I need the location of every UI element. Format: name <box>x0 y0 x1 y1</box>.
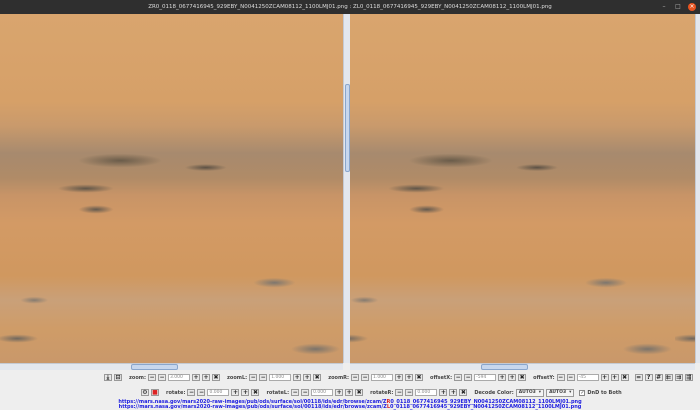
chevron-down-icon: ▾ <box>569 389 572 395</box>
rotateL-inc-big[interactable]: + <box>345 389 354 396</box>
close-button[interactable]: × <box>688 3 696 11</box>
zoomR-dec-big[interactable]: − <box>351 374 360 381</box>
left-image-link[interactable]: https://mars.nasa.gov/mars2020-raw-image… <box>0 404 700 410</box>
decode-color-label: Decode Color: <box>474 389 514 396</box>
offsetY-dec[interactable]: − <box>566 374 575 381</box>
dnd-both-checkbox[interactable]: ✓ <box>579 389 586 396</box>
right-eye-image[interactable] <box>0 14 343 363</box>
offsetY-reset[interactable]: ✖ <box>620 374 629 381</box>
download-button[interactable]: ⤓ <box>104 374 112 381</box>
title-bar: ZR0_0118_0677416945_929EBY_N0041250ZCAM0… <box>0 0 700 14</box>
zoom-toolbar: ⤓ ⊟ zoom: − − 3.000 + + ✖ zoomL: − − 1.000 +… <box>104 373 693 382</box>
zoomL-inc-big[interactable]: + <box>303 374 312 381</box>
decode-color-select-1[interactable]: AUTO3 ▾ <box>515 388 545 397</box>
rotateL-inc[interactable]: + <box>335 389 344 396</box>
offsetX-reset[interactable]: ✖ <box>518 374 527 381</box>
rotate-label: rotate: <box>166 389 186 396</box>
rotateR-input[interactable]: 0.000 <box>415 389 438 396</box>
link-prefix: https://mars.nasa.gov/mars2020-raw-image… <box>118 404 387 410</box>
chevron-down-icon: ▾ <box>538 389 542 395</box>
zoom-dec-big[interactable]: − <box>148 374 156 381</box>
maximize-button[interactable]: □ <box>674 3 682 11</box>
zoomL-dec-big[interactable]: − <box>249 374 258 381</box>
offsetX-dec[interactable]: − <box>464 374 473 381</box>
offsetX-input[interactable]: -594 <box>474 374 497 381</box>
rotate-inc-big[interactable]: + <box>241 389 250 396</box>
rotate-inc[interactable]: + <box>231 389 240 396</box>
color-picker-icon[interactable]: ■ <box>151 389 159 396</box>
rotate-input[interactable]: 0.000 <box>207 389 230 396</box>
window-title: ZR0_0118_0677416945_929EBY_N0041250ZCAM0… <box>148 4 552 10</box>
zoom-inc[interactable]: + <box>192 374 200 381</box>
zoom-label: zoom: <box>129 374 146 381</box>
help-button[interactable]: ? <box>644 374 653 381</box>
align-left-button[interactable]: ⇇ <box>664 374 673 381</box>
zoomR-label: zoomR: <box>328 374 350 381</box>
link-suffix: 0_0118_0677416945_929EBY_N0041250ZCAM081… <box>390 404 582 410</box>
left-eye-image[interactable] <box>350 14 695 363</box>
equal-button[interactable]: = <box>634 374 643 381</box>
rotate-dec[interactable]: − <box>197 389 206 396</box>
rotate-dec-big[interactable]: − <box>187 389 196 396</box>
settings-gear-icon[interactable]: ⚙ <box>141 389 149 396</box>
decode1-value: AUTO3 <box>518 389 536 395</box>
zoom-reset[interactable]: ✖ <box>212 374 220 381</box>
rotate-reset[interactable]: ✖ <box>251 389 260 396</box>
zoomR-reset[interactable]: ✖ <box>415 374 424 381</box>
left-horizontal-scrollbar[interactable] <box>0 363 343 370</box>
right-vertical-scrollbar[interactable] <box>695 14 700 363</box>
zoomR-inc[interactable]: + <box>395 374 404 381</box>
zoom-input[interactable]: 3.000 <box>168 374 190 381</box>
rotateL-label: rotateL: <box>266 389 290 396</box>
rotateL-dec-big[interactable]: − <box>291 389 300 396</box>
zoomR-input[interactable]: 1.000 <box>371 374 394 381</box>
minimize-button[interactable]: – <box>660 3 668 11</box>
zoom-inc-big[interactable]: + <box>202 374 210 381</box>
rotateR-dec-big[interactable]: − <box>395 389 404 396</box>
offsetY-input[interactable]: -45 <box>576 374 599 381</box>
zoomL-dec[interactable]: − <box>259 374 268 381</box>
zoomR-inc-big[interactable]: + <box>405 374 414 381</box>
rotateR-inc[interactable]: + <box>439 389 448 396</box>
rotateR-label: rotateR: <box>370 389 394 396</box>
collapse-button[interactable]: ⊟ <box>114 374 122 381</box>
zoomL-inc[interactable]: + <box>293 374 302 381</box>
rotateR-inc-big[interactable]: + <box>449 389 458 396</box>
offsetY-dec-big[interactable]: − <box>556 374 565 381</box>
offsetX-inc-big[interactable]: + <box>508 374 517 381</box>
grid-button[interactable]: # <box>654 374 663 381</box>
offsetY-label: offsetY: <box>533 374 555 381</box>
offsetX-inc[interactable]: + <box>498 374 507 381</box>
align-both-button[interactable]: ⇶ <box>684 374 693 381</box>
rotate-toolbar: ⚙ ■ rotate: − − 0.000 + + ✖ rotateL: − − 0.0… <box>141 388 622 397</box>
zoomL-label: zoomL: <box>227 374 248 381</box>
decode-color-select-2[interactable]: AUTO3 ▾ <box>546 388 575 397</box>
zoomL-input[interactable]: 1.000 <box>269 374 292 381</box>
rotateR-dec[interactable]: − <box>405 389 414 396</box>
offsetY-inc-big[interactable]: + <box>610 374 619 381</box>
rotateL-reset[interactable]: ✖ <box>355 389 364 396</box>
offsetY-inc[interactable]: + <box>600 374 609 381</box>
right-horizontal-scrollbar[interactable] <box>350 363 695 370</box>
rotateL-input[interactable]: 0.000 <box>311 389 334 396</box>
left-vertical-scrollbar[interactable] <box>343 14 350 363</box>
rotateR-reset[interactable]: ✖ <box>459 389 468 396</box>
zoom-dec[interactable]: − <box>158 374 166 381</box>
offsetX-dec-big[interactable]: − <box>454 374 463 381</box>
decode2-value: AUTO3 <box>549 389 567 395</box>
zoomR-dec[interactable]: − <box>361 374 370 381</box>
align-right-button[interactable]: ⇉ <box>674 374 683 381</box>
rotateL-dec[interactable]: − <box>301 389 310 396</box>
dnd-both-label: DnD to Both <box>587 389 622 396</box>
zoomL-reset[interactable]: ✖ <box>313 374 322 381</box>
offsetX-label: offsetX: <box>430 374 453 381</box>
